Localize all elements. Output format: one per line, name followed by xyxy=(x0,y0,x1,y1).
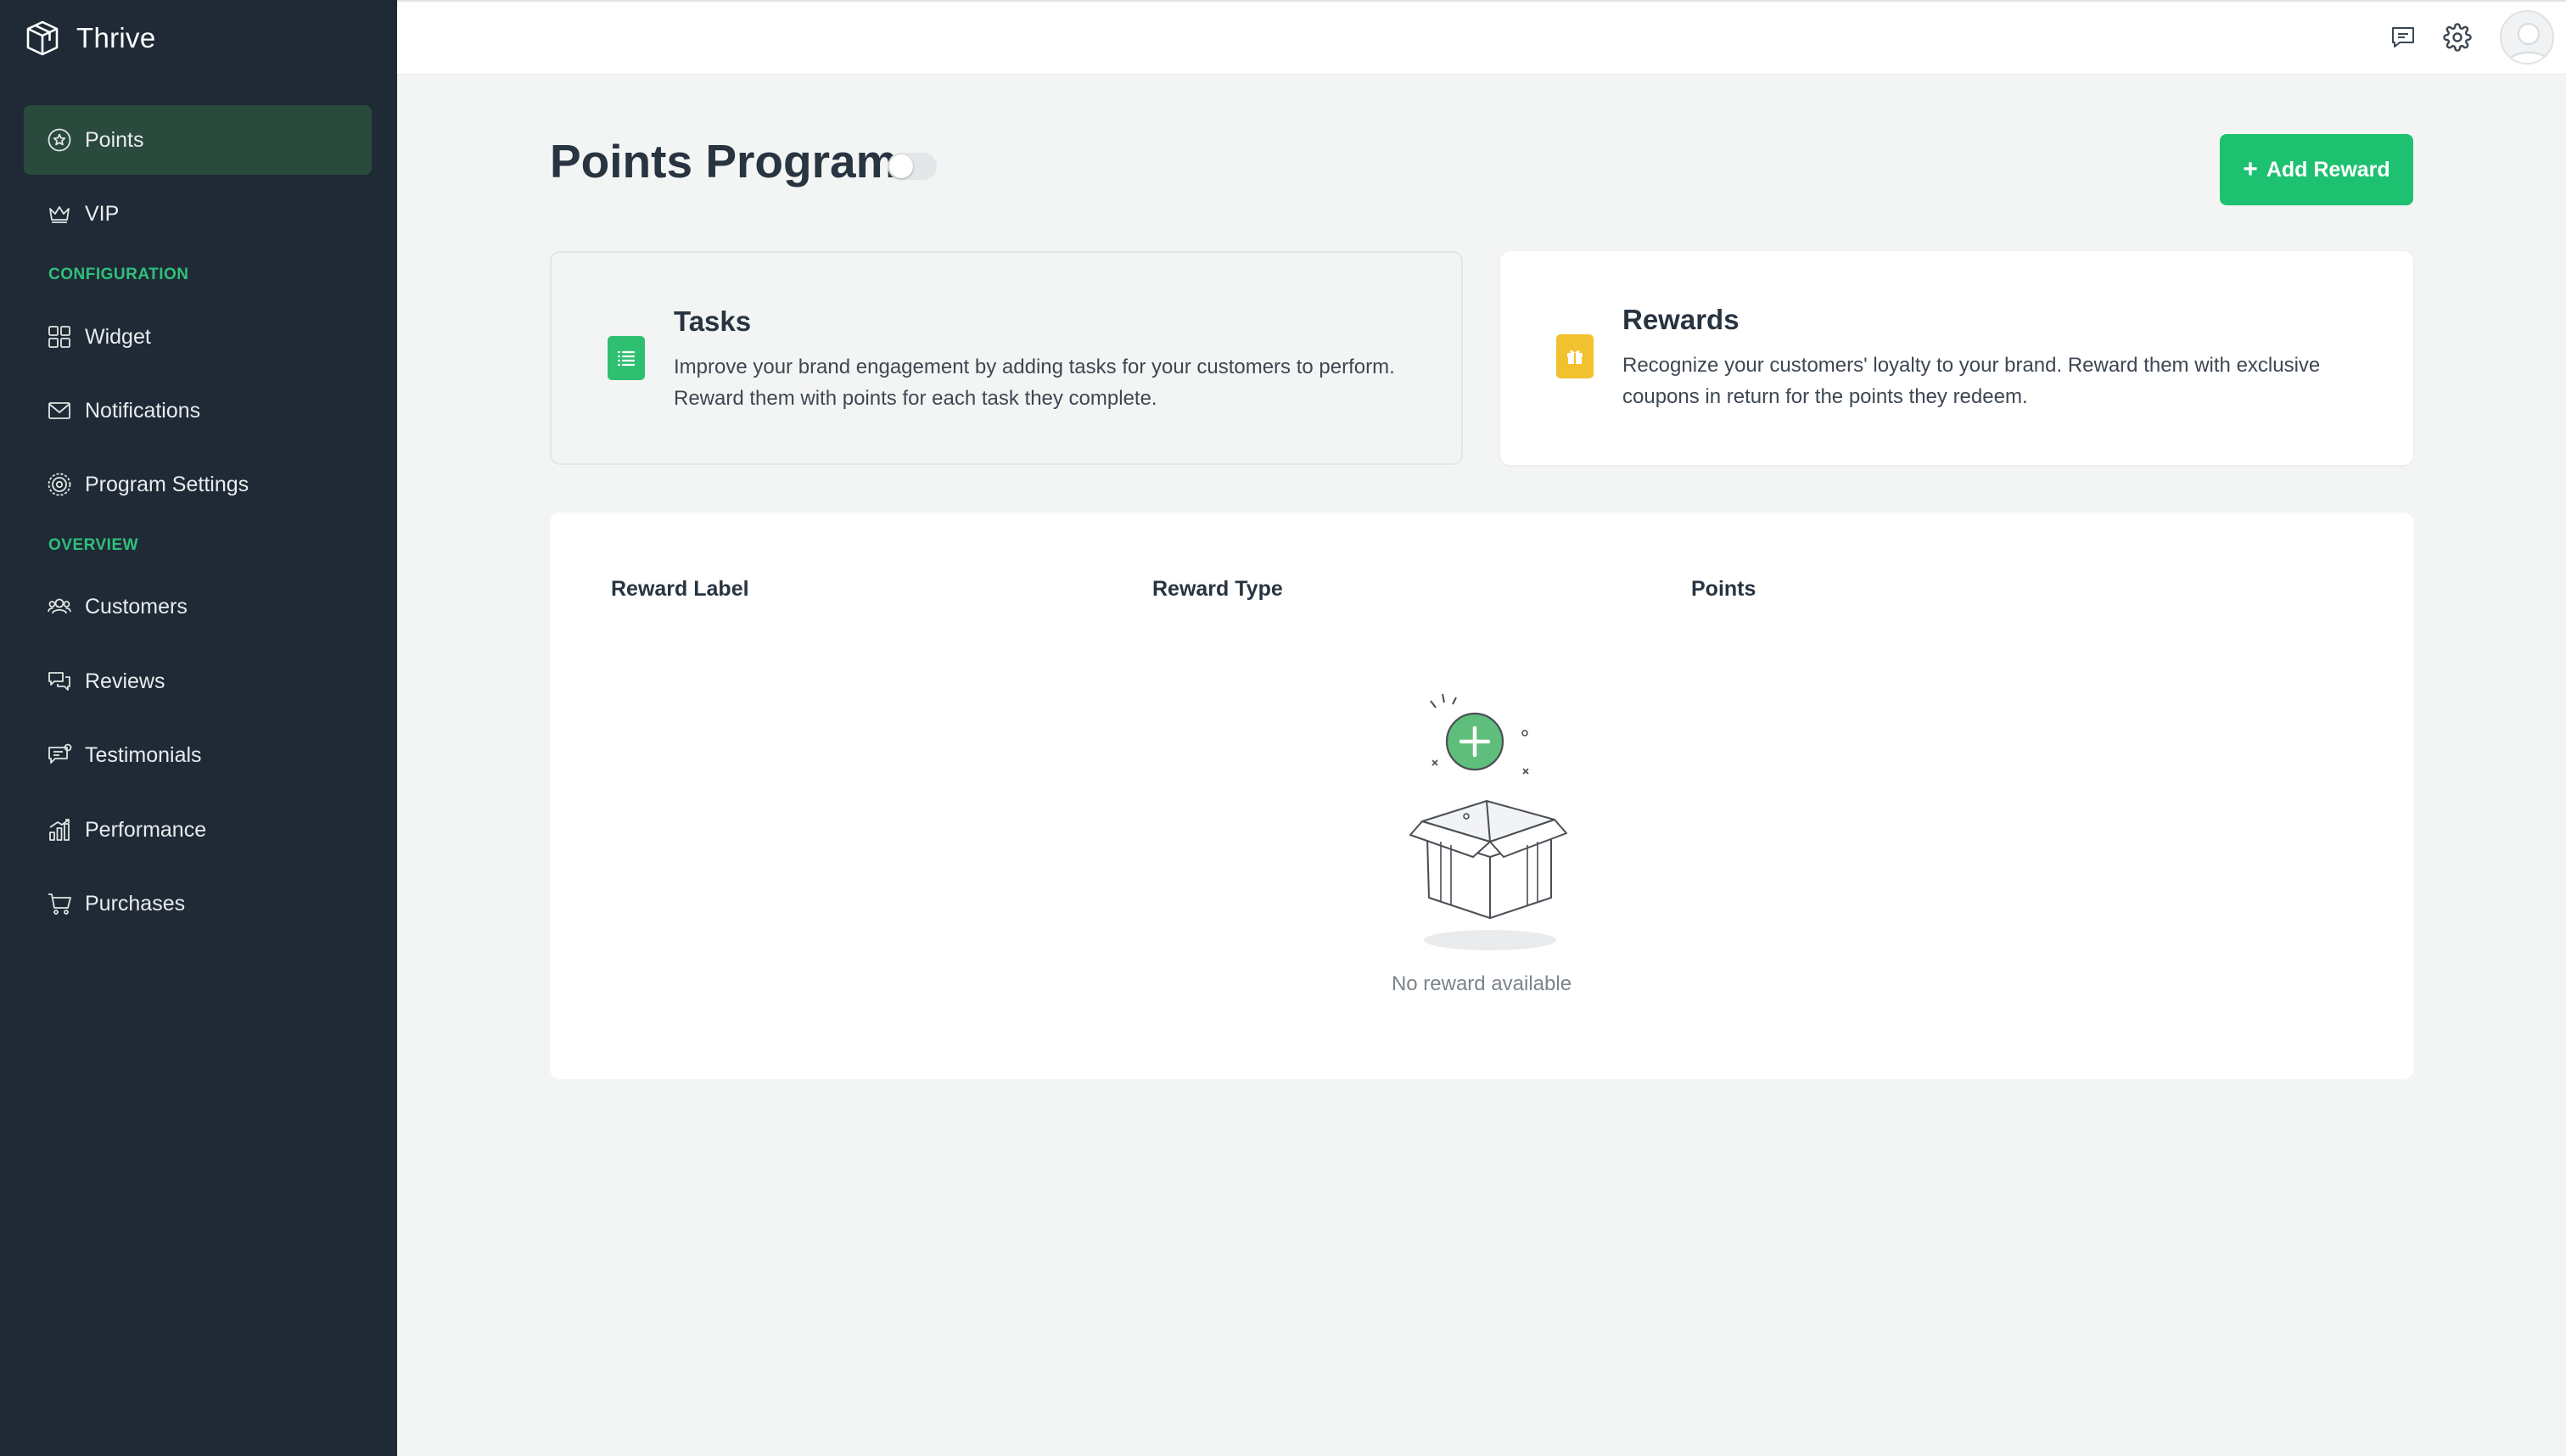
column-header-points: Points xyxy=(1691,577,1756,601)
sidebar-item-label: Widget xyxy=(85,324,151,349)
column-header-reward-type: Reward Type xyxy=(1152,577,1283,601)
plus-icon: + xyxy=(2243,155,2258,183)
sidebar-item-points[interactable]: Points xyxy=(24,105,372,175)
sidebar-item-label: Program Settings xyxy=(85,472,249,496)
bar-chart-icon xyxy=(46,816,73,843)
envelope-icon xyxy=(46,397,73,424)
thrive-logo-icon xyxy=(24,20,61,57)
sidebar-item-vip[interactable]: VIP xyxy=(24,179,372,249)
sidebar-item-label: Testimonials xyxy=(85,742,202,767)
sidebar-item-purchases[interactable]: Purchases xyxy=(24,869,372,938)
tasks-card-description: Improve your brand engagement by adding … xyxy=(674,356,1395,410)
cart-icon xyxy=(46,890,73,917)
add-reward-label: Add Reward xyxy=(2266,157,2390,182)
rewards-card[interactable]: Rewards Recognize your customers' loyalt… xyxy=(1500,251,2413,465)
sidebar-item-label: Customers xyxy=(85,594,188,619)
sidebar-item-label: Performance xyxy=(85,817,207,842)
sidebar-item-label: Purchases xyxy=(85,891,186,916)
empty-state-message: No reward available xyxy=(1391,972,1572,995)
list-doc-icon xyxy=(608,336,645,380)
sidebar-item-reviews[interactable]: Reviews xyxy=(24,647,372,716)
program-toggle[interactable] xyxy=(888,153,937,180)
sidebar-item-label: Points xyxy=(85,127,144,152)
rewards-card-title: Rewards xyxy=(1622,304,1740,335)
tasks-card-title: Tasks xyxy=(674,305,752,337)
sidebar-item-customers[interactable]: Customers xyxy=(24,572,372,641)
users-icon xyxy=(46,593,73,620)
chat-icon[interactable] xyxy=(2388,22,2418,53)
tasks-card[interactable]: Tasks Improve your brand engagement by a… xyxy=(550,251,1463,465)
gift-icon xyxy=(1556,334,1594,378)
empty-box-illustration xyxy=(1385,687,1588,955)
sidebar-item-label: Reviews xyxy=(85,669,165,693)
column-header-reward-label: Reward Label xyxy=(611,577,749,601)
sidebar-item-testimonials[interactable]: Testimonials xyxy=(24,720,372,790)
sidebar: Thrive Points VIP CONFIGURATION Widget N… xyxy=(0,0,397,1456)
page-title: Points Program xyxy=(550,135,898,188)
sidebar-item-performance[interactable]: Performance xyxy=(24,795,372,865)
section-label-configuration: CONFIGURATION xyxy=(48,266,189,283)
sidebar-item-widget[interactable]: Widget xyxy=(24,302,372,372)
app-name: Thrive xyxy=(76,22,156,53)
section-label-overview: OVERVIEW xyxy=(48,536,139,554)
settings-badge-icon xyxy=(46,471,73,498)
sidebar-item-label: Notifications xyxy=(85,398,201,423)
rewards-table-panel: Reward Label Reward Type Points No rewar… xyxy=(550,512,2413,1079)
rewards-card-description: Recognize your customers' loyalty to you… xyxy=(1622,354,2321,408)
gear-icon[interactable] xyxy=(2442,22,2473,53)
sidebar-item-label: VIP xyxy=(85,201,120,226)
top-bar xyxy=(397,0,2566,75)
avatar[interactable] xyxy=(2500,10,2554,64)
review-chat-icon xyxy=(46,668,73,695)
brand[interactable]: Thrive xyxy=(24,17,156,59)
star-badge-icon xyxy=(46,126,73,154)
testimonial-icon xyxy=(46,742,73,769)
sidebar-item-notifications[interactable]: Notifications xyxy=(24,376,372,445)
sidebar-item-program-settings[interactable]: Program Settings xyxy=(24,450,372,519)
toggle-knob xyxy=(889,154,913,178)
grid-icon xyxy=(46,323,73,350)
crown-icon xyxy=(46,200,73,227)
add-reward-button[interactable]: + Add Reward xyxy=(2220,134,2413,205)
